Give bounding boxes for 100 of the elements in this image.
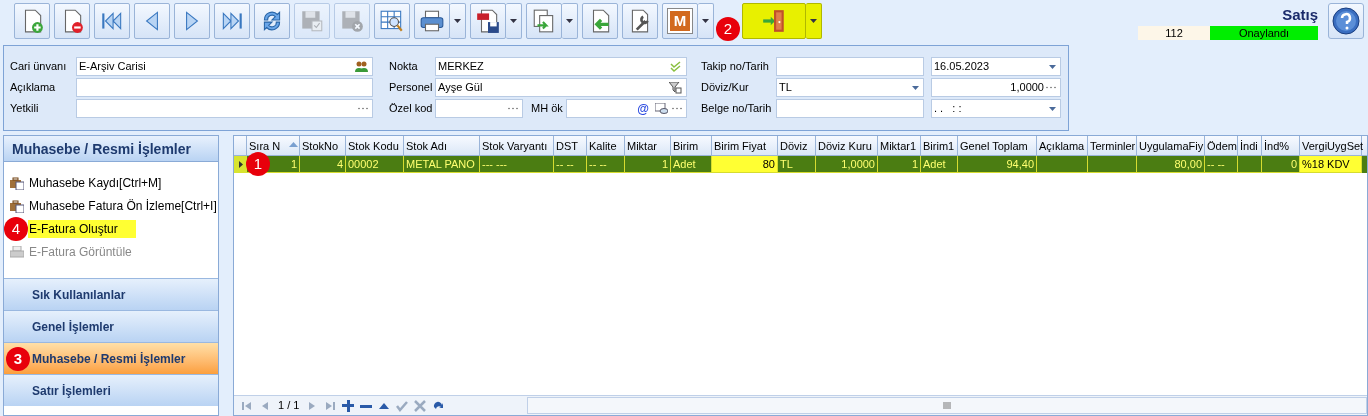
next-button[interactable] [174, 3, 210, 39]
step-marker: 4 [4, 217, 28, 241]
sidebar-item[interactable]: Muhasebe Kaydı[Ctrl+M] [28, 174, 163, 192]
import-document-button[interactable] [582, 3, 618, 39]
table-cell: Adet [921, 156, 958, 173]
filter-icon [669, 81, 682, 94]
dropdown-button[interactable] [698, 3, 714, 39]
input-field[interactable]: . . : : [931, 99, 1061, 118]
caret-icon [454, 19, 461, 23]
checkmark-icon [670, 61, 682, 72]
field-label: Personel [389, 80, 434, 96]
document-number: 112 [1138, 26, 1210, 40]
briefcase-icon [10, 176, 24, 190]
dropdown-button[interactable] [450, 3, 466, 39]
field-label: Takip no/Tarih [701, 59, 770, 75]
table-cell: TL [778, 156, 816, 173]
new-document-button[interactable] [14, 3, 50, 39]
sidebar-group-tab[interactable]: Genel İşlemler [4, 310, 218, 342]
people-icon [355, 61, 368, 72]
field-label: Nokta [389, 59, 419, 75]
sidebar-group-tab[interactable]: Satır İşlemleri [4, 374, 218, 406]
row-pointer-icon [238, 161, 243, 168]
caret-icon [702, 19, 709, 23]
field-label: Yetkili [10, 101, 40, 117]
ellipsis-icon [508, 107, 518, 110]
input-field[interactable]: E-Arşiv Carisi [76, 57, 373, 76]
help-icon [1332, 7, 1360, 35]
print-icon [419, 8, 445, 34]
pdf-save-icon [475, 8, 501, 34]
dropdown-button[interactable] [806, 3, 822, 39]
field-label: Döviz/Kur [701, 80, 750, 96]
delete-document-button[interactable] [54, 3, 90, 39]
letter-button[interactable]: M [662, 3, 698, 39]
table-cell: 1 [878, 156, 921, 173]
printer-icon [10, 245, 24, 259]
table-cell: -- -- [554, 156, 587, 173]
caret-icon [810, 19, 817, 23]
input-field[interactable]: 16.05.2023 [931, 57, 1061, 76]
letter-logo: M [668, 9, 692, 33]
exit-door-button[interactable] [742, 3, 806, 39]
sidebar-group-tab[interactable]: Sık Kullanılanlar [4, 278, 218, 310]
step-marker: 2 [716, 17, 740, 41]
ellipsis-icon [358, 107, 368, 110]
dropdown-button[interactable] [562, 3, 578, 39]
step-marker: 3 [6, 347, 30, 371]
print-button[interactable] [414, 3, 450, 39]
caret-icon [912, 85, 919, 90]
copy-export-button[interactable] [526, 3, 562, 39]
wrench-document-button[interactable] [622, 3, 658, 39]
sidebar-item[interactable]: Muhasebe Fatura Ön İzleme[Ctrl+I] [28, 197, 218, 215]
sidebar-item[interactable]: E-Fatura Oluştur [28, 220, 136, 238]
caret-icon [1049, 64, 1056, 69]
table-cell: 1,0000 [816, 156, 878, 173]
horizontal-scrollbar[interactable] [527, 397, 1367, 414]
last-record-button[interactable] [214, 3, 250, 39]
save-icon [299, 8, 325, 34]
table-cell: 80,00 [1137, 156, 1205, 173]
exit-door-icon [761, 8, 787, 34]
table-cell: -- -- [1205, 156, 1238, 173]
add-icon[interactable] [342, 399, 355, 412]
input-field[interactable]: TL [776, 78, 924, 97]
input-field[interactable] [76, 78, 373, 97]
input-field[interactable]: 1,0000 [931, 78, 1061, 97]
status-badge: Onaylandı [1210, 26, 1318, 40]
table-cell: 00002 [346, 156, 404, 173]
page-indicator: 1 / 1 [277, 398, 301, 414]
table-cell: 1 [625, 156, 671, 173]
field-label: Özel kod [389, 101, 434, 117]
input-field[interactable]: Ayşe Gül [435, 78, 687, 97]
field-label: Belge no/Tarih [701, 101, 773, 117]
input-field[interactable] [776, 99, 924, 118]
email-link[interactable]: @ [637, 102, 649, 115]
sidebar-group-tab[interactable]: 3 Muhasebe / Resmi İşlemler [4, 342, 218, 374]
previous-button[interactable] [134, 3, 170, 39]
help-button[interactable] [1328, 3, 1364, 39]
scroll-grip-icon [942, 402, 952, 409]
input-field[interactable]: @ [566, 99, 687, 118]
input-field[interactable]: MERKEZ [435, 57, 687, 76]
grid-magnifier-button[interactable] [374, 3, 410, 39]
field-label: Açıklama [10, 80, 57, 96]
table-cell: 80 [712, 156, 778, 173]
sort-ascending-icon [289, 142, 298, 147]
pdf-save-button[interactable] [470, 3, 506, 39]
briefcase-icon [10, 199, 24, 213]
document-title: Satış [1282, 6, 1318, 24]
table-cell: -- -- [587, 156, 625, 173]
caret-icon [1049, 106, 1056, 111]
field-label: Cari ünvanı [10, 59, 68, 75]
refresh-button[interactable] [254, 3, 290, 39]
input-field[interactable] [435, 99, 523, 118]
table-cell: METAL PANO [404, 156, 480, 173]
dropdown-button[interactable] [506, 3, 522, 39]
sidebar-title: Muhasebe / Resmi İşlemler [4, 136, 218, 162]
caret-icon [510, 19, 517, 23]
first-record-button[interactable] [94, 3, 130, 39]
grid-magnifier-icon [379, 8, 405, 34]
input-field[interactable] [76, 99, 373, 118]
input-field[interactable] [776, 57, 924, 76]
ellipsis-icon [1046, 86, 1056, 89]
table-cell: --- --- [480, 156, 554, 173]
